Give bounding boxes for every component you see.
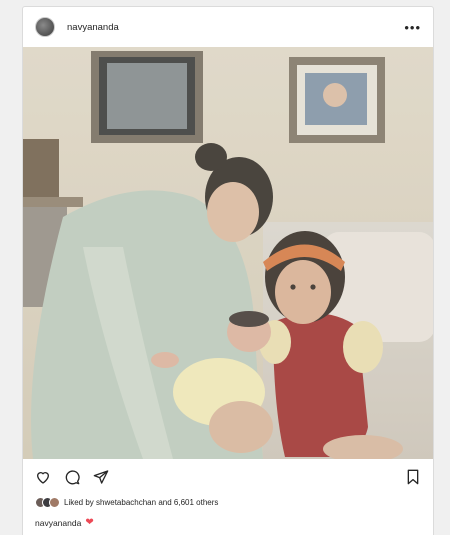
liked-avatar [49, 497, 60, 508]
post-header: navyananda ••• [23, 7, 433, 47]
instagram-post-card: navyananda ••• Liked by shwetabachchan a… [22, 6, 434, 535]
post-caption: navyananda ❤ [35, 517, 94, 528]
post-username[interactable]: navyananda [67, 22, 119, 33]
liked-by-user-link[interactable]: shwetabachchan [96, 498, 156, 507]
caption-username[interactable]: navyananda [35, 518, 81, 528]
likes-others-link[interactable]: 6,601 others [174, 498, 218, 507]
red-heart-emoji: ❤ [85, 517, 94, 528]
heart-outline-icon[interactable] [35, 469, 51, 485]
more-options-icon[interactable]: ••• [404, 21, 421, 34]
likes-prefix: Liked by [64, 498, 94, 507]
comment-bubble-icon[interactable] [64, 469, 80, 485]
post-actions [35, 469, 421, 485]
likes-and: and [158, 498, 172, 507]
paper-plane-icon[interactable] [93, 469, 109, 485]
likes-summary: Liked by shwetabachchan and 6,601 others [35, 497, 218, 508]
profile-avatar[interactable] [35, 17, 55, 37]
bookmark-icon[interactable] [405, 469, 421, 485]
liked-by-avatars[interactable] [35, 497, 60, 508]
post-photo[interactable] [23, 47, 433, 459]
